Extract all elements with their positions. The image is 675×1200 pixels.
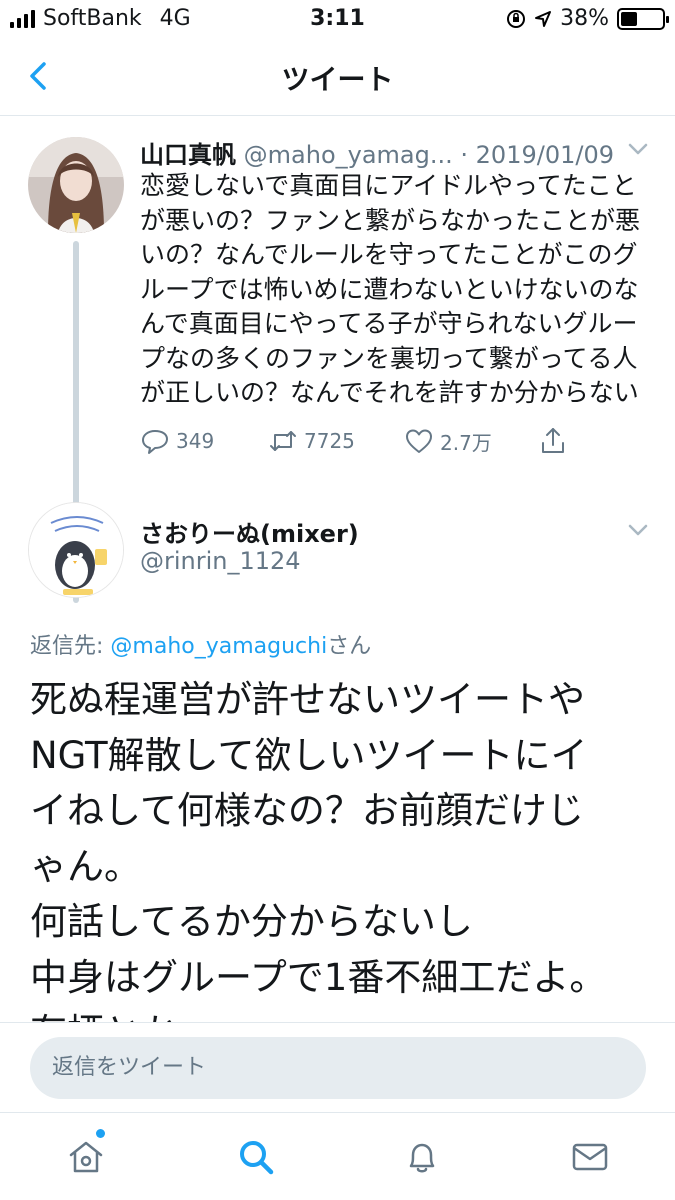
status-right: 38% bbox=[506, 6, 669, 31]
reply-button[interactable]: 349 bbox=[140, 426, 214, 456]
home-icon bbox=[69, 1141, 103, 1173]
chevron-down-icon[interactable] bbox=[624, 139, 652, 159]
reply-to-line: 返信先: @maho_yamaguchiさん bbox=[30, 628, 371, 660]
tab-messages[interactable] bbox=[568, 1135, 612, 1179]
share-button[interactable] bbox=[538, 426, 568, 456]
share-icon bbox=[542, 428, 564, 453]
page-title: ツイート bbox=[281, 63, 394, 96]
avatar-illustration bbox=[29, 503, 123, 597]
retweet-count: 7725 bbox=[304, 429, 355, 453]
battery-icon bbox=[617, 7, 669, 30]
display-name[interactable]: 山口真帆 bbox=[140, 141, 236, 169]
retweet-button[interactable]: 7725 bbox=[268, 426, 355, 456]
tweet[interactable]: 山口真帆 @maho_yamag... · 2019/01/09 恋愛しないで真… bbox=[0, 117, 675, 603]
reply-to-label: 返信先: bbox=[30, 634, 111, 659]
user-handle[interactable]: @maho_yamag... bbox=[244, 141, 453, 169]
tweet-header: 山口真帆 @maho_yamag... · 2019/01/09 bbox=[140, 135, 660, 170]
reply-count: 349 bbox=[176, 429, 215, 453]
reply-composer: 返信をツイート bbox=[0, 1022, 675, 1112]
heart-icon bbox=[406, 429, 432, 453]
messages-icon bbox=[572, 1143, 608, 1171]
like-button[interactable]: 2.7万 bbox=[404, 426, 492, 456]
avatar[interactable] bbox=[28, 137, 124, 233]
battery-percent: 38% bbox=[560, 6, 609, 31]
avatar-photo bbox=[28, 137, 124, 233]
tweet-text: 恋愛しないで真面目にアイドルやってたことが悪いの？ファンと繋がらなかったことが悪… bbox=[140, 171, 641, 407]
tab-home[interactable] bbox=[64, 1135, 108, 1179]
status-bar: SoftBank 4G 3:11 38% bbox=[0, 0, 675, 40]
orientation-lock-icon bbox=[507, 9, 526, 28]
tab-notifications[interactable] bbox=[400, 1135, 444, 1179]
notifications-icon bbox=[409, 1143, 435, 1173]
reply-tweet[interactable]: さおりーぬ(mixer) @rinrin_1124 返信先: @maho_yam… bbox=[0, 492, 675, 1054]
like-count: 2.7万 bbox=[440, 430, 492, 455]
reply-text: 死ぬ程運営が許せないツイートや NGT解散して欲しいツイートにイ イねして何様な… bbox=[30, 678, 607, 1054]
reply-input[interactable]: 返信をツイート bbox=[30, 1037, 646, 1099]
nav-bar: ツイート bbox=[0, 40, 675, 116]
reply-to-mention[interactable]: @maho_yamaguchi bbox=[110, 634, 327, 659]
user-handle[interactable]: @rinrin_1124 bbox=[140, 547, 301, 575]
search-icon bbox=[240, 1141, 274, 1175]
retweet-icon bbox=[270, 431, 296, 451]
location-icon bbox=[535, 10, 552, 27]
new-content-dot bbox=[96, 1129, 105, 1138]
reply-icon bbox=[142, 430, 168, 454]
tab-bar bbox=[0, 1112, 675, 1200]
tweet-date[interactable]: · 2019/01/09 bbox=[460, 141, 614, 169]
reply-to-suffix: さん bbox=[327, 634, 372, 659]
tweet-actions: 349 7725 2.7万 bbox=[140, 426, 640, 466]
avatar[interactable] bbox=[28, 502, 124, 598]
display-name[interactable]: さおりーぬ(mixer) bbox=[140, 514, 359, 549]
tab-search[interactable] bbox=[234, 1135, 278, 1179]
chevron-down-icon[interactable] bbox=[624, 520, 652, 540]
